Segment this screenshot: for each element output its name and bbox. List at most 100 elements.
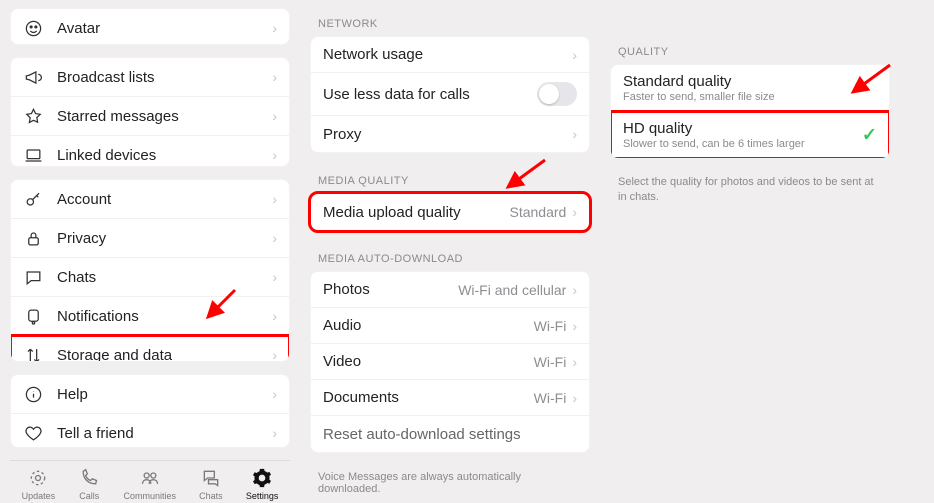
toggle-less-data[interactable] [537,82,577,106]
section-header-media-quality: MEDIA QUALITY [310,165,590,193]
sidebar-item-privacy[interactable]: Privacy › [11,219,289,258]
chevron-right-icon: › [572,354,577,370]
avatar-icon [23,18,43,38]
tab-label: Communities [123,491,176,501]
row-value: Wi-Fi [534,354,567,370]
sidebar-item-label: Starred messages [57,108,272,125]
row-proxy[interactable]: Proxy › [311,116,589,152]
chevron-right-icon: › [572,390,577,406]
chevron-right-icon: › [272,347,277,362]
row-value: Wi-Fi and cellular [458,282,566,298]
row-label: Audio [323,317,534,334]
chevron-right-icon: › [272,425,277,441]
chevron-right-icon: › [272,269,277,285]
row-standard-quality[interactable]: Standard quality Faster to send, smaller… [611,65,889,112]
chevron-right-icon: › [272,147,277,163]
sidebar-item-avatar[interactable]: Avatar › [11,9,289,45]
row-value: Wi-Fi [534,318,567,334]
tab-label: Settings [246,491,279,501]
chat-icon [23,267,43,287]
row-less-data[interactable]: Use less data for calls [311,73,589,116]
sidebar-item-help[interactable]: Help › [11,375,289,414]
settings-sidebar: Avatar › Broadcast lists › Starred messa… [0,0,300,503]
quality-group: Standard quality Faster to send, smaller… [610,64,890,159]
phone-icon [78,467,100,489]
row-hd-quality[interactable]: HD quality Slower to send, can be 6 time… [611,112,889,158]
sidebar-item-broadcast[interactable]: Broadcast lists › [11,58,289,97]
media-quality-group: Media upload quality Standard › [310,193,590,231]
row-photos[interactable]: Photos Wi-Fi and cellular › [311,272,589,308]
chevron-right-icon: › [272,69,277,85]
chats-icon [200,467,222,489]
quality-desc: Faster to send, smaller file size [623,91,775,103]
sidebar-item-linked[interactable]: Linked devices › [11,136,289,167]
bell-icon [23,306,43,326]
sidebar-item-label: Help [57,386,272,403]
tab-label: Updates [22,491,56,501]
sidebar-item-label: Notifications [57,308,272,325]
row-documents[interactable]: Documents Wi-Fi › [311,380,589,416]
gear-icon [251,467,273,489]
chevron-right-icon: › [572,282,577,298]
tab-settings[interactable]: Settings [246,467,279,501]
tab-updates[interactable]: Updates [22,467,56,501]
quality-desc: Slower to send, can be 6 times larger [623,138,805,150]
sidebar-item-label: Account [57,191,272,208]
row-reset-auto-download[interactable]: Reset auto-download settings [311,416,589,452]
chevron-right-icon: › [272,108,277,124]
quality-note: Select the quality for photos and videos… [610,171,890,206]
sidebar-item-chats[interactable]: Chats › [11,258,289,297]
row-video[interactable]: Video Wi-Fi › [311,344,589,380]
tab-bar: Updates Calls Communities Chats [10,460,290,503]
row-media-upload-quality[interactable]: Media upload quality Standard › [311,194,589,230]
heart-icon [23,423,43,443]
chevron-right-icon: › [272,308,277,324]
sidebar-group-help: Help › Tell a friend › [10,374,290,448]
tab-communities[interactable]: Communities [123,467,176,501]
quality-title: Standard quality [623,73,731,90]
tab-chats[interactable]: Chats [199,467,223,501]
row-network-usage[interactable]: Network usage › [311,37,589,73]
sidebar-item-tellafriend[interactable]: Tell a friend › [11,414,289,448]
quality-title: HD quality [623,120,692,137]
voice-note: Voice Messages are always automatically … [310,465,590,495]
tab-label: Calls [79,491,99,501]
row-label: Reset auto-download settings [323,426,577,443]
sidebar-item-label: Broadcast lists [57,69,272,86]
row-label: Media upload quality [323,204,510,221]
section-header-network: NETWORK [310,8,590,36]
chevron-right-icon: › [272,230,277,246]
chevron-right-icon: › [572,126,577,142]
check-icon: ✓ [862,125,877,146]
sidebar-item-notifications[interactable]: Notifications › [11,297,289,336]
auto-download-group: Photos Wi-Fi and cellular › Audio Wi-Fi … [310,271,590,453]
sidebar-item-account[interactable]: Account › [11,180,289,219]
storage-panel: NETWORK Network usage › Use less data fo… [300,0,600,503]
row-audio[interactable]: Audio Wi-Fi › [311,308,589,344]
info-icon [23,384,43,404]
updates-icon [27,467,49,489]
laptop-icon [23,145,43,165]
sidebar-item-label: Linked devices [57,147,272,164]
sidebar-item-storage[interactable]: Storage and data › [11,336,289,362]
chevron-right-icon: › [572,204,577,220]
sidebar-group-avatar: Avatar › [10,8,290,45]
chevron-right-icon: › [572,47,577,63]
sidebar-group-lists: Broadcast lists › Starred messages › Lin… [10,57,290,167]
star-icon [23,106,43,126]
chevron-right-icon: › [272,191,277,207]
tab-calls[interactable]: Calls [78,467,100,501]
section-header-quality: QUALITY [610,36,890,64]
row-label: Network usage [323,46,572,63]
row-value: Wi-Fi [534,390,567,406]
section-header-auto-download: MEDIA AUTO-DOWNLOAD [310,243,590,271]
quality-panel: QUALITY Standard quality Faster to send,… [600,0,900,503]
chevron-right-icon: › [572,318,577,334]
lock-icon [23,228,43,248]
sidebar-item-label: Tell a friend [57,425,272,442]
sidebar-group-account: Account › Privacy › Chats › [10,179,290,362]
row-label: Documents [323,389,534,406]
row-value: Standard [510,204,567,220]
sidebar-item-label: Avatar [57,20,272,37]
sidebar-item-starred[interactable]: Starred messages › [11,97,289,136]
